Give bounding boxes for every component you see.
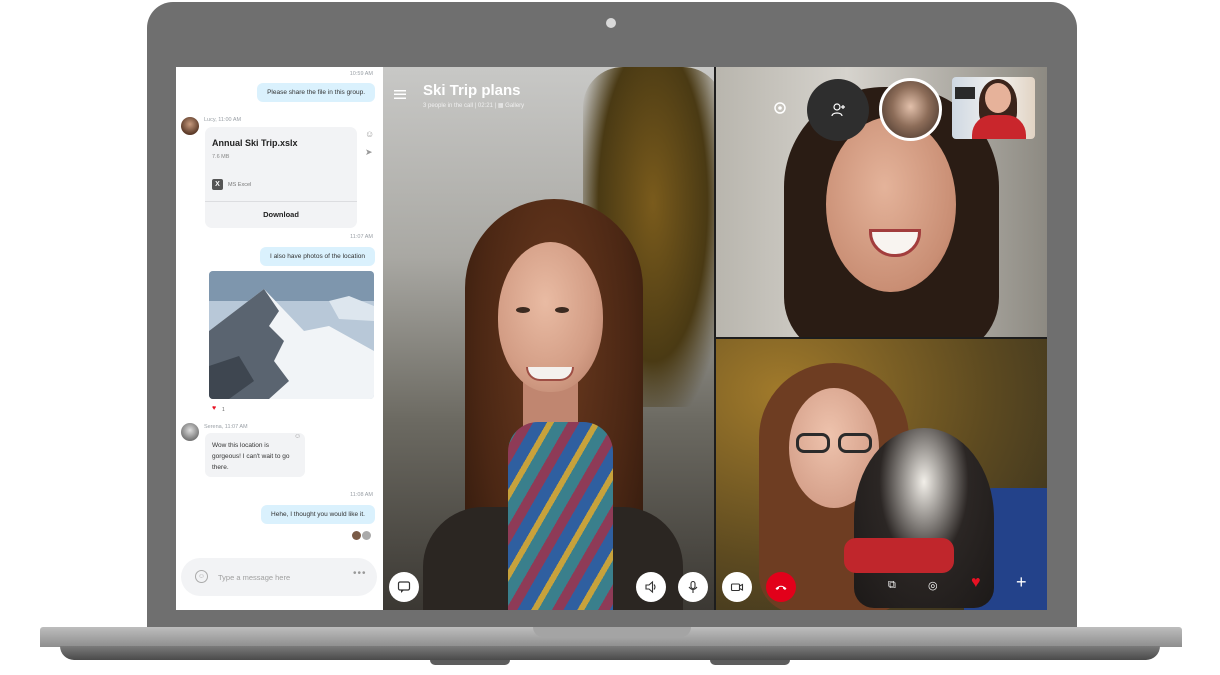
forward-icon[interactable]: ➤: [365, 147, 373, 158]
menu-icon[interactable]: [394, 90, 406, 99]
chat-toggle-button[interactable]: [389, 572, 419, 602]
message-timestamp: 10:59 AM: [349, 71, 373, 77]
shared-photo[interactable]: [209, 271, 374, 399]
mountain-photo: [209, 271, 374, 399]
download-button[interactable]: Download: [205, 206, 357, 224]
participant-scarf: [508, 422, 613, 610]
video-tile-bottom-right: [714, 338, 1047, 610]
participant-avatar[interactable]: [879, 78, 942, 141]
video-tile-main: Ski Trip plans 3 people in the call | 02…: [383, 67, 714, 610]
incoming-message-text: Wow this location is gorgeous! I can't w…: [212, 442, 290, 471]
avatar-serena[interactable]: [181, 423, 199, 441]
microphone-button[interactable]: [678, 572, 708, 602]
gear-icon[interactable]: [772, 100, 788, 116]
tile-divider: [714, 337, 1047, 339]
screen: 10:59 AM Please share the file in this g…: [176, 67, 1047, 610]
file-size: 7.6 MB: [212, 154, 230, 160]
microphone-icon: [688, 580, 698, 593]
laptop-base-bottom: [60, 646, 1160, 660]
end-call-button[interactable]: [766, 572, 796, 602]
add-person-icon: [831, 103, 845, 117]
heart-icon[interactable]: ♥: [971, 574, 981, 592]
participant-eye: [516, 307, 530, 313]
chat-panel: 10:59 AM Please share the file in this g…: [176, 67, 383, 610]
reaction-count: 1: [222, 407, 225, 413]
plus-icon[interactable]: +: [1016, 572, 1027, 593]
self-body: [972, 115, 1026, 139]
participant-smile: [526, 367, 574, 381]
wall-sign: [955, 87, 975, 99]
participant-eye: [555, 307, 569, 313]
file-name: Annual Ski Trip.xslx: [212, 138, 298, 148]
end-call-icon: [775, 585, 787, 590]
webcam: [606, 18, 616, 28]
more-options-icon[interactable]: •••: [353, 568, 367, 579]
speaker-icon: [645, 580, 656, 594]
camera-button[interactable]: [722, 572, 752, 602]
file-type: MS Excel: [228, 182, 252, 188]
laptop-foot-left: [430, 660, 510, 665]
message-input[interactable]: [218, 570, 338, 584]
dog-bandana: [844, 538, 954, 573]
incoming-message[interactable]: Wow this location is gorgeous! I can't w…: [205, 433, 305, 477]
add-participant-button[interactable]: [807, 79, 869, 141]
read-receipt-avatar: [352, 531, 361, 540]
self-video-preview[interactable]: [952, 77, 1035, 139]
file-card[interactable]: Annual Ski Trip.xslx 7.6 MB X MS Excel D…: [205, 127, 357, 228]
outgoing-message[interactable]: Hehe, I thought you would like it.: [261, 505, 375, 524]
excel-icon: X: [212, 179, 223, 190]
divider: [205, 201, 357, 202]
laptop-foot-right: [710, 660, 790, 665]
heart-reaction-icon[interactable]: ♥: [212, 405, 216, 412]
message-timestamp: 11:07 AM: [350, 234, 373, 240]
call-subtitle: 3 people in the call | 02:21 | ▦ Gallery: [423, 103, 525, 109]
emoji-icon[interactable]: ☺: [195, 570, 208, 583]
chat-icon: [397, 581, 411, 593]
laptop-notch: [533, 627, 691, 637]
outgoing-message[interactable]: I also have photos of the location: [259, 247, 375, 266]
message-timestamp: 11:08 AM: [350, 492, 373, 498]
camera-icon: [730, 583, 744, 592]
call-title: Ski Trip plans: [423, 82, 521, 99]
sender-meta: Lucy, 11:00 AM: [204, 117, 242, 123]
read-receipt-avatar: [362, 531, 371, 540]
screen-share-icon[interactable]: ⧉: [888, 579, 896, 592]
speaker-button[interactable]: [636, 572, 666, 602]
participant-face: [826, 117, 956, 292]
emoji-react-icon[interactable]: ☺: [365, 129, 374, 139]
outgoing-message[interactable]: Please share the file in this group.: [257, 83, 375, 102]
emoji-react-icon[interactable]: ☺: [294, 433, 301, 440]
sender-meta: Serena, 11:07 AM: [204, 424, 248, 430]
message-composer: ☺ •••: [181, 558, 377, 596]
avatar-lucy[interactable]: [181, 117, 199, 135]
participants-icon[interactable]: ◎: [928, 579, 938, 592]
participant-glasses: [791, 433, 877, 453]
self-face: [985, 83, 1011, 113]
